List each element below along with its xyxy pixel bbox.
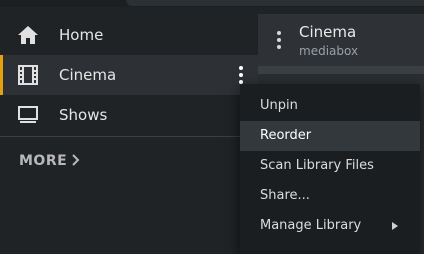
sidebar-item-cinema[interactable]: Cinema	[0, 55, 258, 95]
menu-item-label: Share...	[260, 188, 310, 203]
menu-item-share[interactable]: Share...	[240, 181, 420, 211]
menu-item-label: Manage Library	[260, 218, 362, 233]
active-indicator	[0, 55, 3, 95]
sidebar-item-label: Shows	[59, 106, 108, 124]
library-header: Cinema mediabox	[258, 14, 424, 66]
monitor-icon	[18, 106, 38, 123]
menu-item-scan-library-files[interactable]: Scan Library Files	[240, 151, 420, 181]
sidebar-item-label: Cinema	[59, 66, 117, 84]
menu-item-manage-library[interactable]: Manage Library	[240, 211, 420, 241]
more-label: MORE	[19, 153, 68, 169]
search-bar[interactable]	[126, 0, 424, 6]
sidebar-item-label: Home	[59, 26, 104, 44]
menu-item-label: Unpin	[260, 98, 298, 113]
menu-item-label: Scan Library Files	[260, 158, 374, 173]
context-menu: Unpin Reorder Scan Library Files Share..…	[240, 84, 420, 254]
chevron-right-icon	[72, 154, 80, 166]
library-server: mediabox	[299, 44, 359, 58]
more-button[interactable]: MORE	[19, 153, 80, 169]
top-bar	[0, 0, 424, 7]
film-icon	[18, 65, 38, 85]
sidebar-item-shows[interactable]: Shows	[0, 95, 258, 135]
home-icon	[18, 26, 38, 44]
library-title: Cinema	[299, 23, 357, 41]
menu-item-unpin[interactable]: Unpin	[240, 91, 420, 121]
sidebar-item-home[interactable]: Home	[0, 15, 258, 55]
more-options-icon[interactable]	[234, 65, 248, 85]
menu-item-reorder[interactable]: Reorder	[240, 121, 420, 151]
library-toolbar	[258, 66, 424, 74]
menu-item-label: Reorder	[260, 128, 312, 143]
library-options-icon[interactable]	[274, 30, 284, 50]
submenu-arrow-icon	[392, 222, 398, 230]
sidebar: Home Cinema Shows MORE	[0, 7, 258, 254]
divider	[0, 136, 258, 137]
